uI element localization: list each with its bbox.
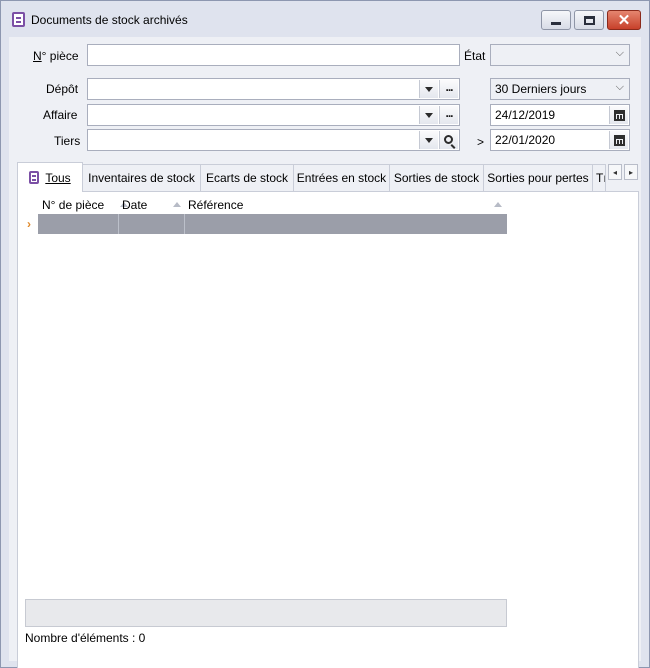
tab-label: Inventaires de stock: [88, 171, 195, 185]
tiers-label: Tiers: [54, 134, 81, 148]
tiers-dropdown-button[interactable]: [419, 131, 438, 149]
date-from-input[interactable]: 24/12/2019: [490, 104, 630, 126]
date-to-prefix: >: [477, 135, 485, 149]
column-label: N° de pièce: [42, 198, 105, 212]
affaire-label: Affaire: [43, 108, 78, 122]
chevron-down-icon: ⌵: [615, 47, 624, 59]
arrow-right-icon: ▸: [628, 167, 633, 177]
affaire-browse-button[interactable]: ...: [439, 106, 458, 124]
client-area: N° pièce État ⌵ Dépôt ... 30 Derniers jo…: [9, 37, 641, 668]
dropdown-arrow-icon: [425, 112, 433, 118]
column-label: Date: [122, 198, 148, 212]
tab-entrees[interactable]: Entrées en stock: [293, 164, 390, 191]
depot-browse-button[interactable]: ...: [439, 80, 458, 98]
tab-scroll-left-button[interactable]: ◂: [608, 164, 622, 180]
close-icon: ✕: [617, 11, 631, 29]
num-piece-label: N° pièce: [33, 49, 79, 63]
column-separator: [118, 214, 119, 234]
column-label: Référence: [188, 198, 244, 212]
date-from-calendar-button[interactable]: [609, 106, 628, 124]
tab-label: Sorties pour pertes: [487, 171, 589, 185]
search-icon: [443, 134, 453, 144]
main-window: Documents de stock archivés ✕ N° pièce É…: [0, 0, 650, 668]
tab-truncated[interactable]: Tı: [592, 164, 606, 191]
window-title: Documents de stock archivés: [31, 13, 188, 27]
num-piece-input[interactable]: [87, 44, 460, 66]
period-value: 30 Derniers jours: [495, 82, 587, 96]
tab-panel: [17, 191, 639, 668]
maximize-button[interactable]: [574, 10, 604, 30]
tab-label: Tı: [596, 171, 606, 185]
affaire-combo[interactable]: ...: [87, 104, 460, 126]
tab-label: Tous: [45, 170, 71, 185]
tab-sorties[interactable]: Sorties de stock: [389, 164, 484, 191]
table-row[interactable]: [38, 214, 507, 234]
tiers-combo[interactable]: [87, 129, 460, 151]
dropdown-arrow-icon: [425, 86, 433, 92]
tiers-search-button[interactable]: [439, 131, 458, 149]
document-stock-icon: [12, 12, 25, 27]
calendar-icon: [613, 109, 625, 121]
sort-icon: [494, 202, 502, 207]
grid-footer: [25, 599, 507, 627]
tab-tous[interactable]: Tous: [17, 162, 83, 192]
date-to-calendar-button[interactable]: [609, 131, 628, 149]
depot-combo[interactable]: ...: [87, 78, 460, 100]
calendar-icon: [613, 134, 625, 146]
etat-select[interactable]: ⌵: [490, 44, 630, 66]
period-select[interactable]: 30 Derniers jours ⌵: [490, 78, 630, 100]
tab-inventaires[interactable]: Inventaires de stock: [82, 164, 201, 191]
title-bar[interactable]: Documents de stock archivés ✕: [1, 1, 649, 37]
arrow-left-icon: ◂: [612, 167, 617, 177]
grid-header: N° de pièce Date Référence: [25, 195, 507, 215]
current-row-indicator: ›: [27, 217, 31, 231]
minimize-icon: [551, 21, 561, 25]
document-stock-icon: [29, 171, 40, 184]
minimize-button[interactable]: [541, 10, 571, 30]
column-header-date[interactable]: Date: [118, 195, 184, 215]
ellipsis-icon: ...: [445, 106, 453, 120]
date-to-input[interactable]: 22/01/2020: [490, 129, 630, 151]
tab-label: Sorties de stock: [393, 171, 480, 185]
tab-label: Ecarts de stock: [205, 171, 289, 185]
tab-scroll-right-button[interactable]: ▸: [624, 164, 638, 180]
date-to-value: 22/01/2020: [495, 133, 556, 147]
depot-dropdown-button[interactable]: [419, 80, 438, 98]
tab-sorties-pertes[interactable]: Sorties pour pertes: [483, 164, 593, 191]
maximize-icon: [583, 15, 595, 25]
chevron-down-icon: ⌵: [615, 81, 624, 93]
sort-icon: [173, 202, 181, 207]
depot-label: Dépôt: [46, 82, 79, 96]
date-from-value: 24/12/2019: [495, 108, 556, 122]
tab-ecarts[interactable]: Ecarts de stock: [200, 164, 294, 191]
item-count: Nombre d'éléments : 0: [25, 631, 146, 645]
column-header-num-piece[interactable]: N° de pièce: [38, 195, 128, 215]
tab-strip: Tous Inventaires de stock Ecarts de stoc…: [17, 162, 639, 192]
column-separator: [184, 214, 185, 234]
etat-label: État: [464, 49, 486, 63]
dropdown-arrow-icon: [425, 137, 433, 143]
ellipsis-icon: ...: [445, 80, 453, 94]
tab-label: Entrées en stock: [296, 171, 387, 185]
column-header-reference[interactable]: Référence: [184, 195, 506, 215]
affaire-dropdown-button[interactable]: [419, 106, 438, 124]
close-button[interactable]: ✕: [607, 10, 641, 30]
